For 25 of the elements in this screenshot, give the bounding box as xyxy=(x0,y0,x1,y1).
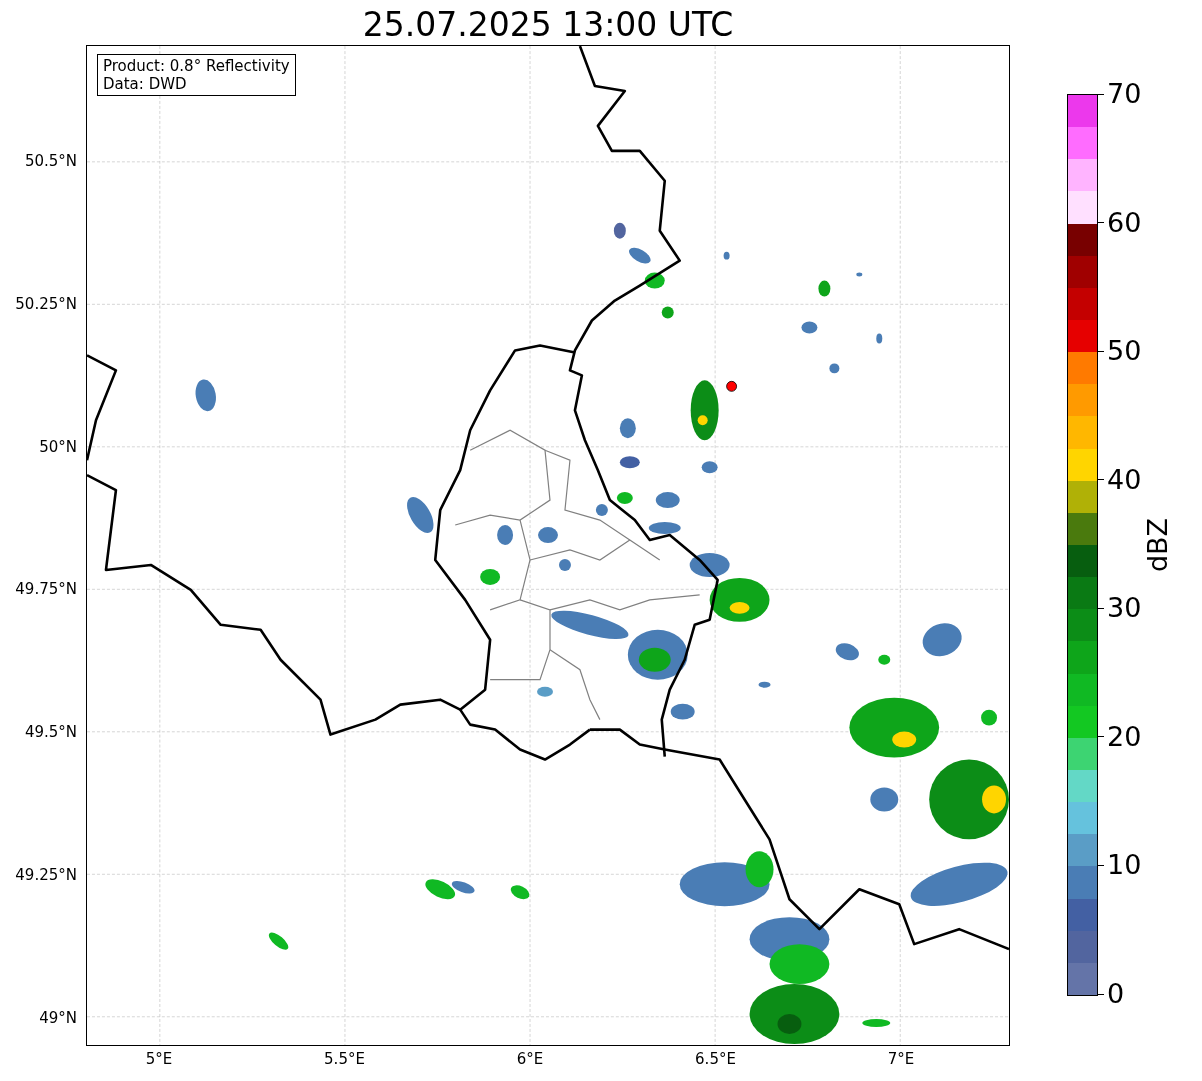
latitude-label: 49.25°N xyxy=(15,866,77,884)
latitude-label: 49°N xyxy=(39,1008,77,1027)
latitude-label: 50.25°N xyxy=(15,294,77,313)
colorbar-label: dBZ xyxy=(1142,517,1174,573)
colorbar-tick-label: 30 xyxy=(1107,592,1142,625)
info-text: Product: 0.8° Reflectivity xyxy=(103,57,290,75)
longitude-label: 7°E xyxy=(887,1050,915,1068)
colorbar-tick-label: 10 xyxy=(1107,849,1142,882)
colorbar-tick-label: 20 xyxy=(1107,720,1142,753)
colorbar-tick-label: 0 xyxy=(1107,978,1125,1010)
latitude-label: 50°N xyxy=(39,437,77,456)
longitude-label: 6.5°E xyxy=(695,1050,736,1068)
colorbar-tick-label: 50 xyxy=(1107,335,1142,368)
latitude-label: 49.5°N xyxy=(24,723,77,742)
info-text: Data: DWD xyxy=(103,75,188,93)
latitude-label: 49.75°N xyxy=(15,580,77,599)
chart-title: 25.07.2025 13:00 UTC xyxy=(362,5,734,45)
longitude-label: 5.5°E xyxy=(324,1050,365,1068)
colorbar-tick-label: 40 xyxy=(1107,463,1142,496)
longitude-label: 5°E xyxy=(145,1050,173,1068)
colorbar-tick-label: 70 xyxy=(1107,78,1142,110)
longitude-label: 6°E xyxy=(516,1050,544,1068)
latitude-label: 50.5°N xyxy=(24,152,77,170)
colorbar-tick-label: 60 xyxy=(1107,206,1142,239)
location-marker xyxy=(726,380,737,392)
